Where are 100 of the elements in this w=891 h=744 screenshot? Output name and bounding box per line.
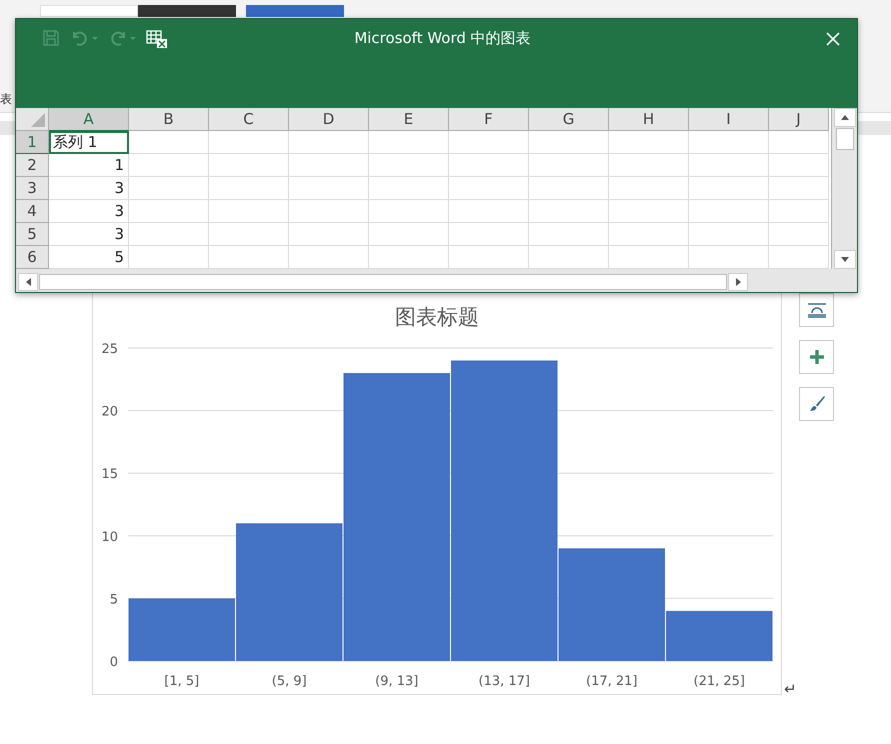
column-header[interactable]: B [129, 108, 209, 131]
table-cell[interactable] [609, 154, 689, 177]
window-title: Microsoft Word 中的图表 [354, 29, 531, 48]
table-cell[interactable] [289, 154, 369, 177]
column-header[interactable]: H [609, 108, 689, 131]
table-cell[interactable] [689, 200, 769, 223]
table-cell[interactable] [609, 200, 689, 223]
column-header[interactable]: G [529, 108, 609, 131]
histogram-bar[interactable] [128, 598, 235, 661]
table-cell[interactable] [769, 200, 829, 223]
column-header[interactable]: I [689, 108, 769, 131]
table-cell[interactable] [529, 200, 609, 223]
table-cell[interactable] [369, 177, 449, 200]
table-cell[interactable] [369, 223, 449, 246]
table-cell[interactable]: 3 [49, 200, 129, 223]
table-cell[interactable]: 3 [49, 177, 129, 200]
table-cell[interactable] [209, 131, 289, 154]
table-cell[interactable] [769, 154, 829, 177]
histogram-bar[interactable] [236, 523, 342, 661]
table-cell[interactable] [689, 246, 769, 269]
table-cell[interactable] [769, 177, 829, 200]
histogram-bar[interactable] [451, 360, 558, 661]
histogram-bar[interactable] [666, 610, 772, 661]
scroll-up-button[interactable] [834, 108, 856, 127]
table-cell[interactable] [689, 177, 769, 200]
table-cell[interactable] [209, 246, 289, 269]
table-cell[interactable] [449, 200, 529, 223]
style-thumbnail[interactable] [138, 5, 236, 17]
scroll-down-button[interactable] [834, 250, 856, 269]
table-cell[interactable] [449, 177, 529, 200]
table-cell[interactable] [129, 131, 209, 154]
vertical-scrollbar[interactable] [834, 108, 856, 269]
chart-styles-button[interactable] [799, 387, 834, 421]
table-cell[interactable] [289, 223, 369, 246]
row-header[interactable]: 1 [16, 131, 49, 154]
table-cell[interactable] [369, 154, 449, 177]
table-cell[interactable] [689, 154, 769, 177]
table-cell[interactable] [289, 131, 369, 154]
table-cell[interactable] [529, 223, 609, 246]
table-cell[interactable] [609, 246, 689, 269]
table-cell[interactable] [129, 200, 209, 223]
row-header[interactable]: 6 [16, 246, 49, 269]
table-cell[interactable]: 系列 1 [49, 131, 129, 154]
table-cell[interactable] [689, 131, 769, 154]
table-cell[interactable]: 3 [49, 223, 129, 246]
column-header[interactable]: D [289, 108, 369, 131]
scroll-left-button[interactable] [18, 273, 38, 291]
histogram-bar[interactable] [344, 373, 450, 661]
table-cell[interactable] [289, 246, 369, 269]
table-cell[interactable] [609, 223, 689, 246]
table-cell[interactable] [609, 177, 689, 200]
select-all-button[interactable] [16, 108, 49, 131]
scroll-right-button[interactable] [728, 273, 748, 291]
table-cell[interactable] [449, 246, 529, 269]
table-cell[interactable] [609, 131, 689, 154]
table-cell[interactable] [369, 246, 449, 269]
style-thumbnail[interactable] [246, 5, 344, 17]
table-cell[interactable] [529, 177, 609, 200]
row-header[interactable]: 4 [16, 200, 49, 223]
table-cell[interactable] [529, 131, 609, 154]
table-cell[interactable] [209, 154, 289, 177]
table-cell[interactable] [129, 177, 209, 200]
table-cell[interactable] [689, 223, 769, 246]
table-cell[interactable] [129, 154, 209, 177]
table-cell[interactable] [769, 131, 829, 154]
column-header[interactable]: E [369, 108, 449, 131]
row-header[interactable]: 3 [16, 177, 49, 200]
column-header[interactable]: A [49, 108, 129, 131]
table-cell[interactable] [449, 223, 529, 246]
axis-tick-label: 5 [110, 592, 118, 608]
table-cell[interactable] [529, 246, 609, 269]
table-cell[interactable] [449, 131, 529, 154]
table-cell[interactable] [209, 200, 289, 223]
table-cell[interactable] [449, 154, 529, 177]
column-header[interactable]: C [209, 108, 289, 131]
table-cell[interactable] [129, 223, 209, 246]
table-cell[interactable] [769, 246, 829, 269]
ribbon-label: 表 [0, 91, 12, 108]
table-cell[interactable] [369, 131, 449, 154]
chart-area[interactable]: 图表标题 0 5 10 15 20 25 [1, 5] (5, 9] (9, 13] (13, 17] (17, 21] (21, 25] [92, 293, 782, 695]
row-header[interactable]: 5 [16, 223, 49, 246]
row-header[interactable]: 2 [16, 154, 49, 177]
scrollbar-thumb[interactable] [836, 128, 854, 150]
scrollbar-thumb[interactable] [39, 274, 727, 290]
table-cell[interactable] [769, 223, 829, 246]
table-cell[interactable] [289, 200, 369, 223]
chart-elements-button[interactable] [799, 340, 834, 374]
histogram-bar[interactable] [558, 548, 665, 661]
table-cell[interactable] [289, 177, 369, 200]
column-header[interactable]: F [449, 108, 529, 131]
table-cell[interactable] [209, 177, 289, 200]
table-cell[interactable] [129, 246, 209, 269]
column-header[interactable]: J [769, 108, 829, 131]
style-thumbnail[interactable] [40, 5, 138, 17]
table-cell[interactable]: 5 [49, 246, 129, 269]
table-cell[interactable] [529, 154, 609, 177]
table-cell[interactable] [369, 200, 449, 223]
table-cell[interactable] [209, 223, 289, 246]
layout-options-button[interactable] [799, 293, 834, 327]
table-cell[interactable]: 1 [49, 154, 129, 177]
